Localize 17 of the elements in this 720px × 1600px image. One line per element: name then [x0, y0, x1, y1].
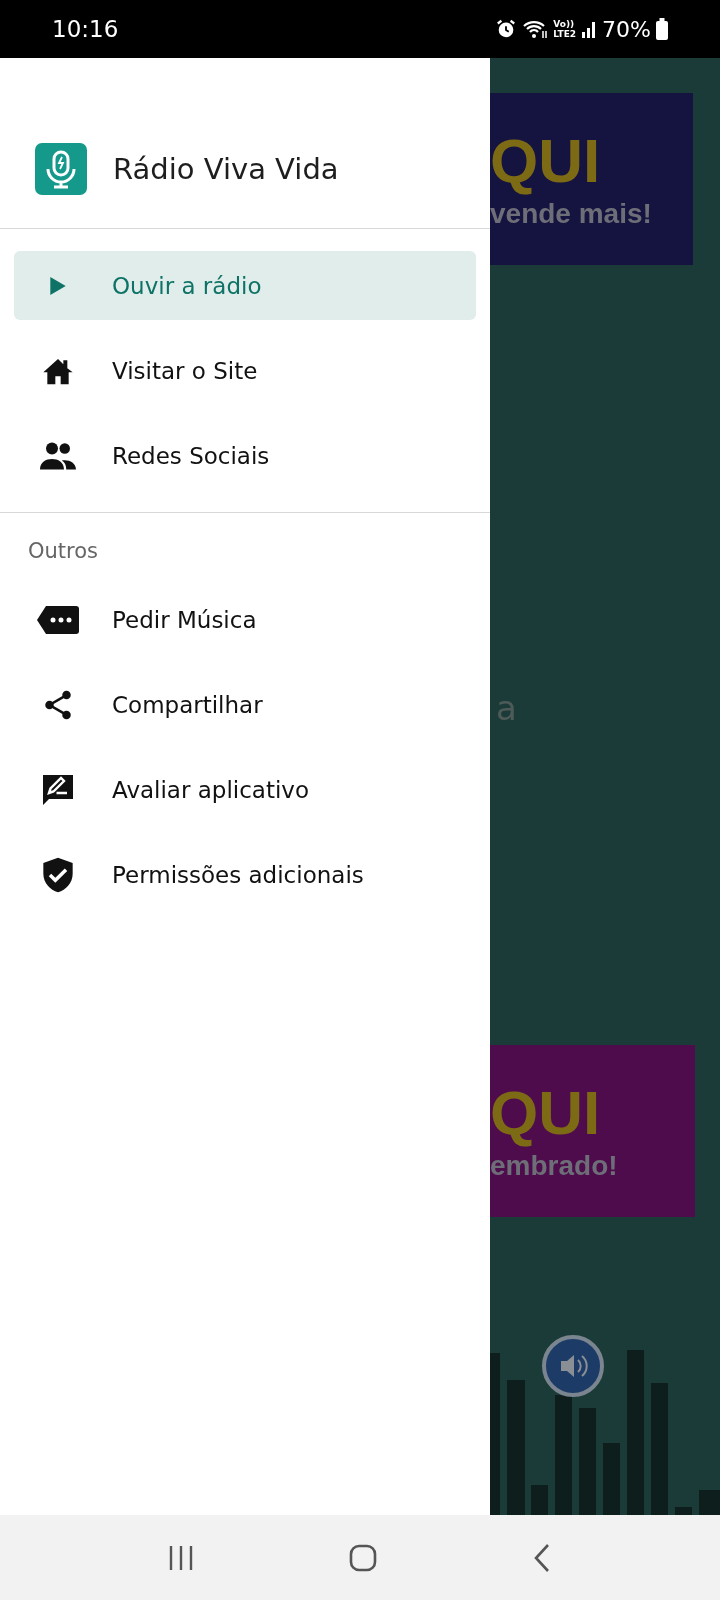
banner-tagline: embrado! — [490, 1150, 619, 1182]
menu-item[interactable]: Redes Sociais — [14, 421, 476, 490]
banner-headline: QUI — [490, 128, 602, 194]
menu-item[interactable]: Permissões adicionais — [14, 840, 476, 909]
app-title: Rádio Viva Vida — [113, 152, 339, 186]
menu-item[interactable]: Ouvir a rádio — [14, 251, 476, 320]
network-label: LTE2 — [553, 29, 577, 39]
menu-item[interactable]: Pedir Música — [14, 585, 476, 654]
banner-tagline: vende mais! — [490, 198, 653, 230]
menu-item[interactable]: Avaliar aplicativo — [14, 755, 476, 824]
banner-headline: QUI — [490, 1080, 602, 1146]
menu-item[interactable]: Compartilhar — [14, 670, 476, 739]
network-label: Vo)) — [553, 19, 576, 29]
status-time: 10:16 — [52, 16, 119, 42]
section-heading: Outros — [27, 538, 100, 563]
menu-item[interactable]: Visitar o Site — [14, 336, 476, 405]
battery-percent: 70% — [602, 16, 651, 42]
